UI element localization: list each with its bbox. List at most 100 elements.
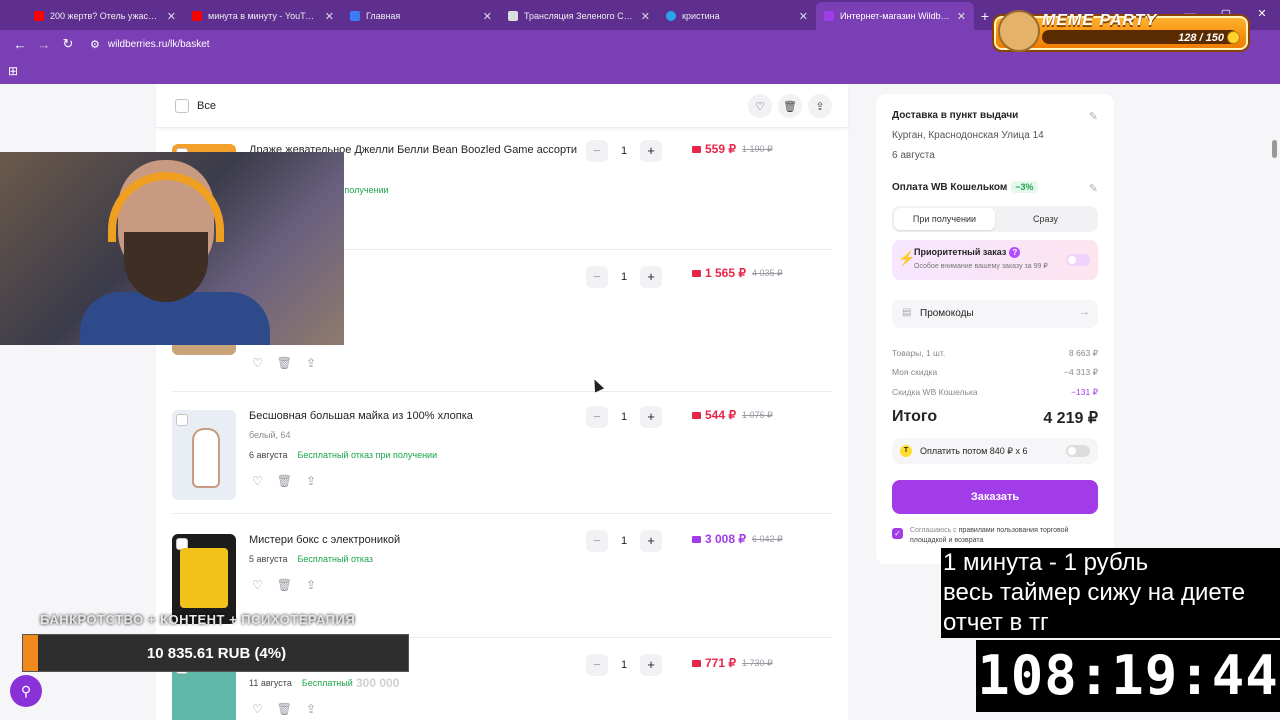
product-image[interactable]: [172, 534, 236, 624]
return-policy: Бесплатный: [301, 678, 353, 688]
browser-tab-active[interactable]: Интернет-магазин Wildberries ✕: [816, 2, 974, 30]
scrollbar-thumb[interactable]: [1272, 140, 1277, 158]
apps-grid-icon[interactable]: ⊞: [8, 64, 18, 78]
share-icon[interactable]: ⇪: [306, 578, 316, 592]
browser-tab[interactable]: Трансляция Зеленого Слоник ✕: [500, 2, 658, 30]
bulk-actions: ♡ 🗑 ⇪: [748, 94, 832, 118]
tab-title: Интернет-магазин Wildberries: [840, 11, 951, 21]
tab-title: кристина: [682, 11, 720, 21]
new-tab-icon[interactable]: +: [974, 2, 996, 30]
pay-now-option[interactable]: Сразу: [995, 208, 1096, 230]
edit-payment-icon[interactable]: ✎: [1089, 182, 1098, 195]
delivery-title: Доставка в пункт выдачи: [892, 110, 1019, 121]
quantity-value[interactable]: 1: [608, 535, 640, 547]
old-price: 4 035 ₽: [752, 267, 783, 278]
select-all-checkbox[interactable]: [175, 99, 189, 113]
delivery-date: 11 августа: [249, 678, 292, 688]
current-price: 544 ₽: [705, 408, 736, 422]
quantity-value[interactable]: 1: [608, 145, 640, 157]
increase-button[interactable]: +: [640, 266, 662, 288]
quantity-value[interactable]: 1: [608, 659, 640, 671]
browser-tab[interactable]: минута в минуту - YouTube ✕: [184, 2, 342, 30]
old-price: 1 076 ₽: [742, 409, 773, 420]
quantity-stepper: −1 +: [586, 266, 662, 288]
quantity-value[interactable]: 1: [608, 411, 640, 423]
current-price: 3 008 ₽: [705, 532, 746, 546]
close-tab-icon[interactable]: ✕: [641, 10, 650, 23]
share-icon[interactable]: ⇪: [808, 94, 832, 118]
caption-line: весь таймер сижу на диете: [943, 579, 1246, 606]
browser-tab[interactable]: 200 жертв? Отель ужаса? Пер ✕: [26, 2, 184, 30]
tinkoff-icon: T: [900, 445, 912, 457]
current-price: 559 ₽: [705, 142, 736, 156]
item-checkbox[interactable]: [176, 414, 188, 426]
trash-icon[interactable]: 🗑: [277, 578, 292, 592]
donation-bar: 10 835.61 RUB (4%): [22, 634, 409, 672]
order-button[interactable]: Заказать: [892, 480, 1098, 514]
edit-delivery-icon[interactable]: ✎: [1089, 110, 1098, 123]
close-tab-icon[interactable]: ✕: [957, 10, 966, 23]
heart-icon[interactable]: ♡: [252, 578, 263, 592]
close-tab-icon[interactable]: ✕: [799, 10, 808, 23]
webcam-overlay: [0, 152, 344, 345]
promo-ticket-icon: ▤: [902, 307, 912, 318]
browser-tab[interactable]: Главная ✕: [342, 2, 500, 30]
share-icon[interactable]: ⇪: [306, 702, 316, 716]
product-name[interactable]: Мистери бокс с электроникой: [249, 534, 400, 546]
heart-icon[interactable]: ♡: [748, 94, 772, 118]
increase-button[interactable]: +: [640, 406, 662, 428]
increase-button[interactable]: +: [640, 530, 662, 552]
close-tab-icon[interactable]: ✕: [167, 10, 176, 23]
heart-icon[interactable]: ♡: [252, 356, 263, 370]
url-field[interactable]: ⚙ wildberries.ru/lk/basket: [90, 38, 210, 51]
share-icon[interactable]: ⇪: [306, 474, 316, 488]
wallet-icon: [692, 269, 701, 277]
pay-on-receipt-option[interactable]: При получении: [894, 208, 995, 230]
browser-tab[interactable]: кристина ✕: [658, 2, 816, 30]
wallet-discount-label: Скидка WB Кошелька: [892, 387, 978, 397]
increase-button[interactable]: +: [640, 140, 662, 162]
site-settings-icon[interactable]: ⚙: [90, 38, 100, 51]
trash-icon[interactable]: 🗑: [778, 94, 802, 118]
share-icon[interactable]: ⇪: [306, 356, 316, 370]
product-name[interactable]: Бесшовная большая майка из 100% хлопка: [249, 410, 473, 422]
close-window-icon[interactable]: ✕: [1244, 0, 1280, 28]
decrease-button[interactable]: −: [586, 140, 608, 162]
price-block: 771 ₽ 1 730 ₽: [692, 656, 773, 670]
decrease-button[interactable]: −: [586, 406, 608, 428]
goods-row: Товары, 1 шт. 8 663 ₽: [892, 348, 1098, 359]
trello-icon: [350, 11, 360, 21]
pay-later-toggle[interactable]: [1066, 445, 1090, 457]
heart-icon[interactable]: ♡: [252, 474, 263, 488]
total-row: Итого 4 219 ₽: [892, 408, 1098, 428]
bookmarks-bar: ⊞: [0, 58, 1280, 84]
reload-icon[interactable]: ↻: [56, 36, 80, 52]
delivery-address: Курган, Краснодонская Улица 14: [892, 130, 1044, 141]
close-tab-icon[interactable]: ✕: [483, 10, 492, 23]
heart-icon[interactable]: ♡: [252, 702, 263, 716]
back-icon[interactable]: ←: [8, 37, 32, 52]
decrease-button[interactable]: −: [586, 530, 608, 552]
quantity-value[interactable]: 1: [608, 271, 640, 283]
increase-button[interactable]: +: [640, 654, 662, 676]
product-image[interactable]: [172, 410, 236, 500]
return-policy: Бесплатный отказ при получении: [297, 450, 438, 460]
decrease-button[interactable]: −: [586, 266, 608, 288]
close-tab-icon[interactable]: ✕: [325, 10, 334, 23]
mic-icon[interactable]: ⚲: [10, 675, 42, 707]
help-icon[interactable]: ?: [1009, 247, 1021, 258]
delivery-info: 11 августа Бесплатный: [249, 678, 353, 688]
priority-toggle[interactable]: [1066, 254, 1090, 266]
current-price: 771 ₽: [705, 656, 736, 670]
coin-icon: [1227, 31, 1240, 44]
forward-icon[interactable]: →: [32, 37, 56, 52]
decrease-button[interactable]: −: [586, 654, 608, 676]
trash-icon[interactable]: 🗑: [277, 356, 292, 370]
total-value: 4 219 ₽: [1043, 410, 1098, 427]
promocodes-row[interactable]: ▤ Промокоды →: [892, 300, 1098, 328]
old-price: 6 042 ₽: [752, 533, 783, 544]
terms-checkbox[interactable]: ✓: [892, 528, 903, 539]
trash-icon[interactable]: 🗑: [277, 474, 292, 488]
item-actions: ♡ 🗑 ⇪: [252, 356, 316, 370]
trash-icon[interactable]: 🗑: [277, 702, 292, 716]
